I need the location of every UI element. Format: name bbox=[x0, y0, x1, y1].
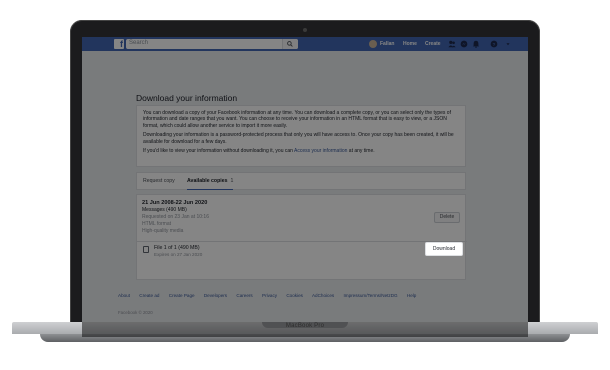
footer-link-developers[interactable]: Developers bbox=[204, 293, 227, 298]
footer-link-adchoices[interactable]: AdChoices bbox=[312, 293, 334, 298]
notifications-icon[interactable] bbox=[472, 40, 480, 48]
base-bottom bbox=[40, 334, 570, 342]
search-input[interactable]: Search bbox=[126, 39, 298, 49]
facebook-logo[interactable]: f bbox=[114, 39, 124, 49]
info-paragraph-1: You can download a copy of your Facebook… bbox=[143, 110, 451, 129]
svg-text:?: ? bbox=[493, 42, 496, 48]
laptop-mockup: f Search Fallan Home Create ? Download y… bbox=[0, 0, 610, 370]
device-brand: MacBook Pro bbox=[285, 323, 325, 329]
help-icon[interactable]: ? bbox=[490, 40, 498, 48]
footer-link-create-page[interactable]: Create Page bbox=[169, 293, 195, 298]
friends-icon[interactable] bbox=[448, 40, 456, 48]
camera bbox=[303, 28, 307, 32]
messenger-icon[interactable] bbox=[460, 40, 468, 48]
home-link[interactable]: Home bbox=[403, 37, 417, 51]
info-paragraph-3-suffix: at any time. bbox=[347, 148, 375, 155]
tab-available-copies-label: Available copies bbox=[187, 178, 228, 184]
screen: f Search Fallan Home Create ? Download y… bbox=[82, 37, 528, 337]
tab-available-copies[interactable]: Available copies 1 bbox=[187, 173, 234, 190]
footer-link-privacy[interactable]: Privacy bbox=[262, 293, 277, 298]
search-placeholder: Search bbox=[129, 40, 149, 46]
footer-links: About Create ad Create Page Developers C… bbox=[118, 293, 424, 298]
info-paragraph-2: Downloading your information is a passwo… bbox=[143, 132, 454, 145]
tab-bar: Request copy Available copies 1 bbox=[136, 172, 466, 190]
footer-link-cookies[interactable]: Cookies bbox=[286, 293, 303, 298]
footer-link-create-ad[interactable]: Create ad bbox=[139, 293, 159, 298]
create-link[interactable]: Create bbox=[425, 37, 441, 51]
laptop-bezel: f Search Fallan Home Create ? Download y… bbox=[70, 20, 540, 337]
download-button[interactable]: Download bbox=[425, 242, 463, 256]
chevron-down-icon[interactable] bbox=[504, 40, 512, 48]
search-button[interactable] bbox=[282, 39, 298, 49]
footer-link-careers[interactable]: Careers bbox=[236, 293, 252, 298]
download-spotlight: Download bbox=[136, 194, 466, 280]
footer-link-impressum[interactable]: Impressum/Terms/NetzDG bbox=[343, 293, 397, 298]
info-box: You can download a copy of your Facebook… bbox=[136, 105, 466, 167]
info-paragraph-3-prefix: If you'd like to view your information w… bbox=[143, 148, 295, 155]
footer-link-about[interactable]: About bbox=[118, 293, 130, 298]
access-information-link[interactable]: Access your information bbox=[294, 148, 347, 154]
top-navigation-bar: f Search Fallan Home Create ? bbox=[82, 37, 528, 51]
copyright: Facebook © 2020 bbox=[118, 310, 153, 315]
profile-link[interactable]: Fallan bbox=[380, 37, 394, 51]
laptop-base: MacBook Pro bbox=[0, 322, 610, 348]
avatar[interactable] bbox=[369, 40, 377, 48]
info-paragraph-3: If you'd like to view your information w… bbox=[143, 148, 459, 154]
footer-link-help[interactable]: Help bbox=[407, 293, 416, 298]
tab-available-copies-count: 1 bbox=[230, 178, 234, 184]
tab-request-copy[interactable]: Request copy bbox=[143, 173, 175, 190]
page-title: Download your information bbox=[136, 93, 238, 103]
